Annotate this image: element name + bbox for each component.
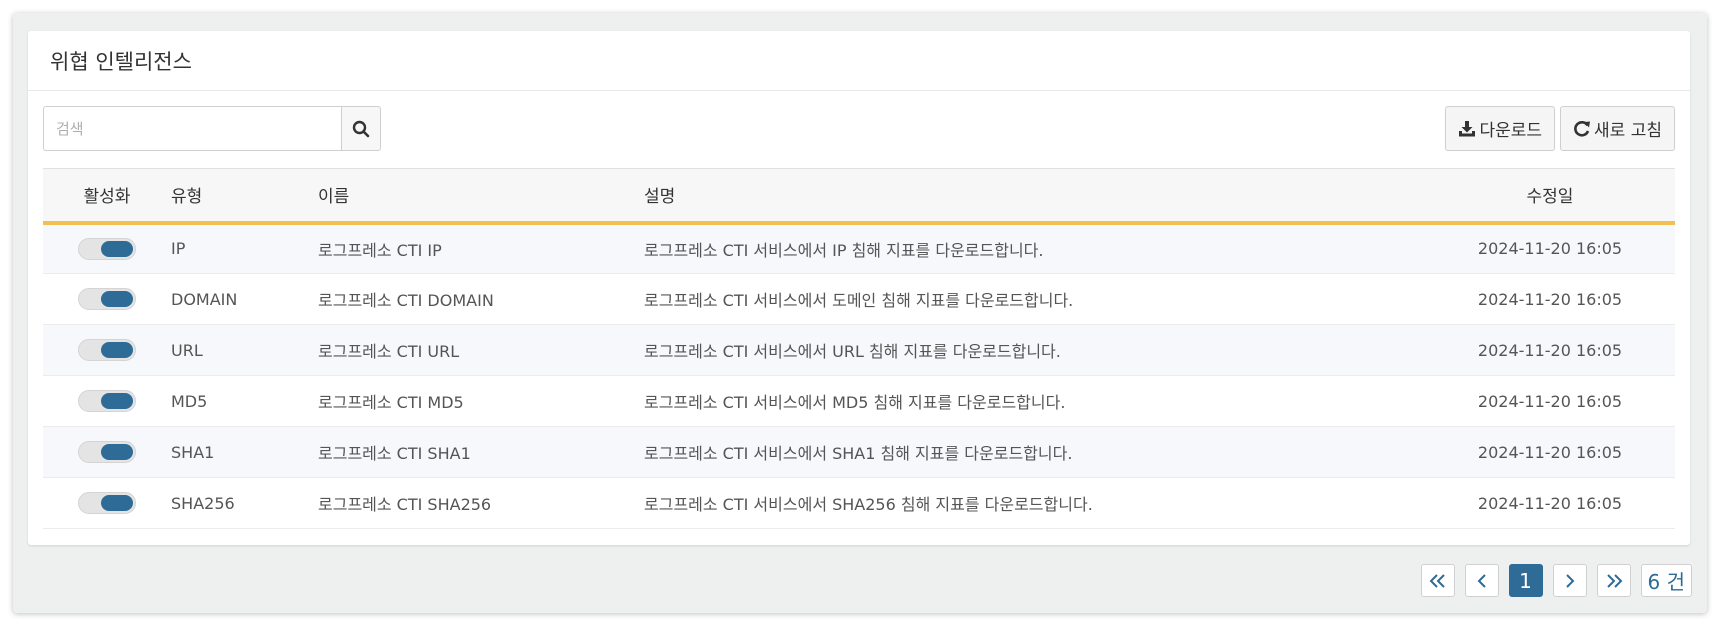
cell-name: 로그프레소 CTI URL [318, 324, 644, 376]
cell-name: 로그프레소 CTI DOMAIN [318, 273, 644, 325]
cell-modified: 2024-11-20 16:05 [1425, 375, 1675, 427]
toggle-knob [101, 240, 133, 257]
active-toggle[interactable] [78, 237, 136, 260]
active-toggle[interactable] [78, 441, 136, 463]
total-count: 6 건 [1640, 564, 1692, 597]
search-input[interactable] [43, 106, 341, 151]
cell-type: SHA256 [171, 477, 318, 529]
page-title: 위협 인텔리전스 [50, 49, 192, 74]
cell-type: MD5 [171, 375, 318, 427]
search-group [43, 106, 381, 151]
refresh-label: 새로 고침 [1594, 121, 1662, 141]
cell-description: 로그프레소 CTI 서비스에서 도메인 침해 지표를 다운로드합니다. [644, 273, 1425, 325]
cell-modified: 2024-11-20 16:05 [1425, 324, 1675, 376]
toggle-knob [101, 444, 133, 460]
pagination: 1 6 건 [1420, 564, 1692, 597]
last-page-button[interactable] [1596, 564, 1631, 597]
indicator-table: 활성화 유형 이름 설명 수정일 IP 로그프레소 CTI IP 로그프레소 C… [43, 168, 1675, 529]
active-toggle[interactable] [78, 390, 136, 412]
download-button[interactable]: 다운로드 [1445, 106, 1556, 151]
cell-description: 로그프레소 CTI 서비스에서 IP 침해 지표를 다운로드합니다. [644, 222, 1425, 274]
double-chevron-right-icon [1606, 573, 1622, 588]
page-button-current[interactable]: 1 [1508, 564, 1543, 597]
column-header-description[interactable]: 설명 [644, 168, 1425, 225]
table-row[interactable]: IP 로그프레소 CTI IP 로그프레소 CTI 서비스에서 IP 침해 지표… [43, 222, 1675, 274]
cell-modified: 2024-11-20 16:05 [1425, 222, 1675, 274]
threat-intel-window: 위협 인텔리전스 다운로드 [13, 13, 1707, 613]
cell-type: URL [171, 324, 318, 376]
column-header-name[interactable]: 이름 [318, 168, 644, 225]
cell-type: DOMAIN [171, 273, 318, 325]
toolbar: 다운로드 새로 고침 [43, 106, 1675, 152]
active-toggle[interactable] [78, 492, 136, 514]
chevron-left-icon [1477, 573, 1486, 588]
cell-description: 로그프레소 CTI 서비스에서 URL 침해 지표를 다운로드합니다. [644, 324, 1425, 376]
column-header-type[interactable]: 유형 [171, 168, 318, 225]
toggle-knob [101, 291, 133, 307]
cell-modified: 2024-11-20 16:05 [1425, 477, 1675, 529]
threat-intel-panel: 위협 인텔리전스 다운로드 [28, 31, 1690, 545]
toggle-knob [101, 342, 133, 358]
download-label: 다운로드 [1479, 121, 1543, 141]
table-row[interactable]: DOMAIN 로그프레소 CTI DOMAIN 로그프레소 CTI 서비스에서 … [43, 273, 1675, 325]
refresh-button[interactable]: 새로 고침 [1560, 106, 1675, 151]
panel-header: 위협 인텔리전스 [28, 31, 1690, 91]
cell-modified: 2024-11-20 16:05 [1425, 273, 1675, 325]
table-row[interactable]: SHA1 로그프레소 CTI SHA1 로그프레소 CTI 서비스에서 SHA1… [43, 426, 1675, 478]
table-header-row: 활성화 유형 이름 설명 수정일 [43, 168, 1675, 225]
cell-name: 로그프레소 CTI SHA1 [318, 426, 644, 478]
next-page-button[interactable] [1552, 564, 1587, 597]
double-chevron-left-icon [1429, 573, 1445, 588]
chevron-right-icon [1565, 573, 1574, 588]
cell-type: IP [171, 222, 318, 274]
cell-description: 로그프레소 CTI 서비스에서 MD5 침해 지표를 다운로드합니다. [644, 375, 1425, 427]
table-row[interactable]: URL 로그프레소 CTI URL 로그프레소 CTI 서비스에서 URL 침해… [43, 324, 1675, 376]
column-header-modified[interactable]: 수정일 [1425, 168, 1675, 225]
table-row[interactable]: MD5 로그프레소 CTI MD5 로그프레소 CTI 서비스에서 MD5 침해… [43, 375, 1675, 427]
cell-type: SHA1 [171, 426, 318, 478]
search-button[interactable] [341, 106, 381, 151]
cell-description: 로그프레소 CTI 서비스에서 SHA256 침해 지표를 다운로드합니다. [644, 477, 1425, 529]
prev-page-button[interactable] [1464, 564, 1499, 597]
cell-name: 로그프레소 CTI SHA256 [318, 477, 644, 529]
cell-name: 로그프레소 CTI IP [318, 222, 644, 274]
column-header-active[interactable]: 활성화 [43, 168, 171, 225]
cell-description: 로그프레소 CTI 서비스에서 SHA1 침해 지표를 다운로드합니다. [644, 426, 1425, 478]
active-toggle[interactable] [78, 288, 136, 310]
cell-modified: 2024-11-20 16:05 [1425, 426, 1675, 478]
toggle-knob [101, 495, 133, 511]
table-row[interactable]: SHA256 로그프레소 CTI SHA256 로그프레소 CTI 서비스에서 … [43, 477, 1675, 529]
cell-name: 로그프레소 CTI MD5 [318, 375, 644, 427]
download-icon [1459, 120, 1476, 136]
toolbar-actions: 다운로드 새로 고침 [1445, 106, 1675, 151]
active-toggle[interactable] [78, 339, 136, 361]
refresh-icon [1574, 120, 1591, 137]
search-icon [352, 120, 370, 137]
first-page-button[interactable] [1420, 564, 1455, 597]
toggle-knob [101, 393, 133, 409]
